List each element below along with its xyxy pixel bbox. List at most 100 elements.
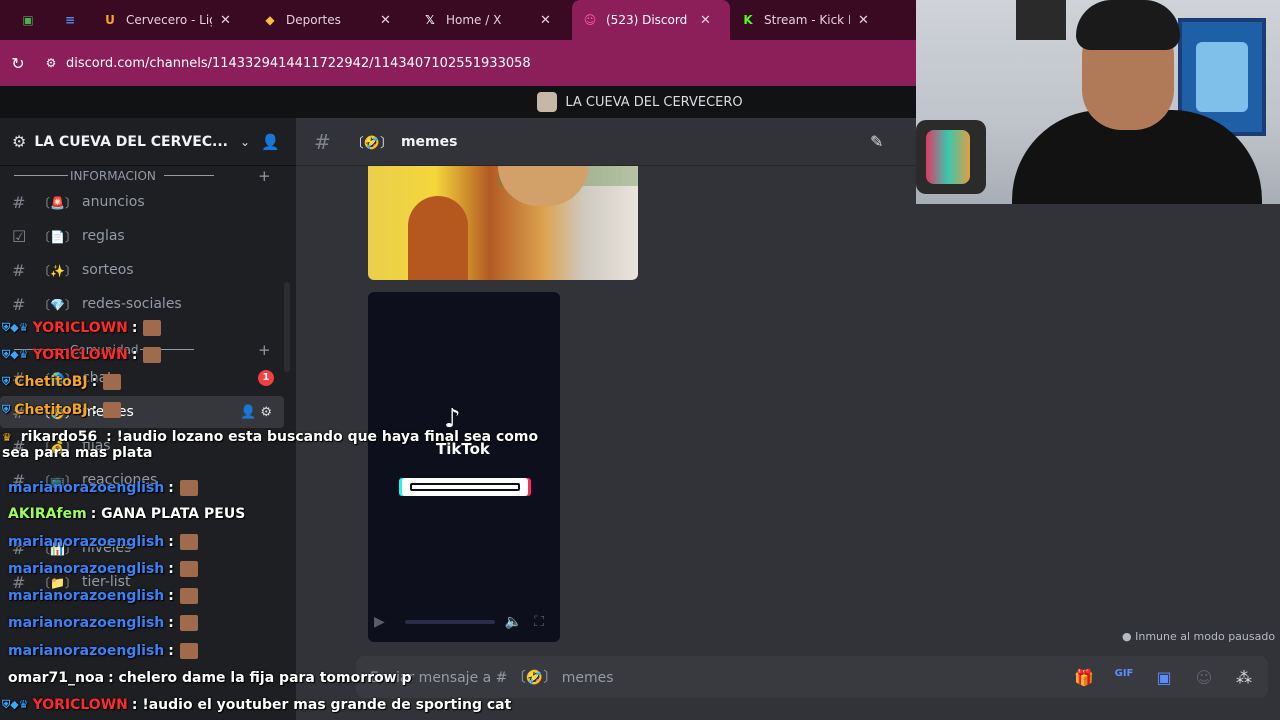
tab-docs[interactable]: ≡ <box>48 0 92 40</box>
hash-icon: # <box>12 260 26 280</box>
channel-tier-list[interactable]: # 〔📁〕 tier-list <box>0 566 284 598</box>
fullscreen-icon[interactable]: ⛶ <box>534 614 544 630</box>
category-informacion[interactable]: INFORMACION + <box>0 166 290 186</box>
browser-tab-strip: ▣ ≡ U Cervecero - Liga ✕ ◆ Deportes ✕ 𝕏 … <box>0 0 916 40</box>
webcam-detail <box>916 120 986 194</box>
close-icon[interactable]: ✕ <box>858 13 869 28</box>
gift-icon[interactable]: 🎁 <box>1074 668 1094 687</box>
tab-home-x[interactable]: 𝕏 Home / X ✕ <box>412 0 572 40</box>
channel-label: reglas <box>82 228 125 244</box>
channel-sorteos[interactable]: # 〔✨〕 sorteos <box>0 254 284 286</box>
tab-label: Cervecero - Liga <box>126 13 212 27</box>
add-channel-icon[interactable]: + <box>258 167 271 185</box>
hash-icon: # <box>12 368 26 388</box>
channel-label: niveles <box>82 540 132 556</box>
tab-kick-stream[interactable]: K Stream - Kick Da ✕ <box>730 0 890 40</box>
hash-icon: # <box>12 572 26 592</box>
streamer-webcam <box>916 0 1280 204</box>
category-label: INFORMACION <box>70 169 156 183</box>
docs-icon: ≡ <box>64 13 76 27</box>
hash-icon: # <box>12 436 26 456</box>
close-icon[interactable]: ✕ <box>380 13 391 28</box>
chat-area: # 〔🤣〕 memes ✎ ♪ TikTok ▶ 🔈 ⛶ ● Inmune al… <box>296 118 1280 720</box>
rules-icon: ☑ <box>12 226 27 246</box>
server-header[interactable]: ⚙ LA CUEVA DEL CERVEC... ⌄ 👤 <box>0 118 296 166</box>
emoji-icon[interactable]: ☺ <box>1194 668 1214 687</box>
threads-icon[interactable]: ✎ <box>870 132 883 151</box>
pause-note-text: Inmune al modo pausado <box>1135 630 1276 643</box>
discord-icon: ☺ <box>583 13 597 27</box>
folder-emoji-icon: 〔📁〕 <box>38 575 77 590</box>
shield-icon: ● <box>1122 630 1132 643</box>
channel-chat[interactable]: # 〔🌎〕 chat 1 <box>0 362 284 394</box>
composer-placeholder: Enviar mensaje a # 〔🤣〕 memes <box>370 670 614 686</box>
document-emoji-icon: 〔📄〕 <box>38 229 77 244</box>
money-emoji-icon: 〔💰〕 <box>38 439 77 454</box>
webcam-detail <box>1016 0 1066 40</box>
close-icon[interactable]: ✕ <box>220 13 231 28</box>
divider <box>14 175 68 176</box>
add-user-icon[interactable]: 👤 <box>261 133 280 151</box>
channel-fijas[interactable]: # 〔💰〕 fijas <box>0 430 284 462</box>
tiktok-video-attachment[interactable]: ♪ TikTok ▶ 🔈 ⛶ <box>368 292 560 642</box>
apps-icon[interactable]: ⁂ <box>1234 668 1254 687</box>
sports-icon: ◆ <box>265 13 275 27</box>
hash-icon: # <box>12 538 26 558</box>
sticker-icon[interactable]: ▣ <box>1154 668 1174 687</box>
pause-mode-note: ● Inmune al modo pausado <box>1122 630 1275 643</box>
volume-icon[interactable]: 🔈 <box>505 614 522 630</box>
channel-redes-sociales[interactable]: # 〔💎〕 redes-sociales <box>0 288 284 320</box>
site-info-icon[interactable]: ⚙ <box>36 56 66 70</box>
channel-anuncios[interactable]: # 〔🚨〕 anuncios <box>0 186 284 218</box>
channel-memes[interactable]: # 〔🤣〕 memes 👤 ⚙ <box>0 396 284 428</box>
channel-label: sorteos <box>82 262 134 278</box>
reload-icon[interactable]: ↻ <box>0 54 36 73</box>
gear-icon[interactable]: ⚙ <box>260 405 272 420</box>
tab-extension[interactable]: ▣ <box>0 0 48 40</box>
server-settings-icon: ⚙ <box>12 132 27 151</box>
tab-cervecero-liga[interactable]: U Cervecero - Liga ✕ <box>92 0 252 40</box>
channel-reacciones[interactable]: # 〔📺〕 reacciones <box>0 464 284 496</box>
channel-reglas[interactable]: ☑ 〔📄〕 reglas <box>0 220 284 252</box>
hash-icon: # <box>12 402 26 422</box>
video-controls: ▶ 🔈 ⛶ <box>374 610 556 634</box>
message-composer[interactable]: Enviar mensaje a # 〔🤣〕 memes 🎁 GIF ▣ ☺ ⁂ <box>356 656 1268 698</box>
gif-icon[interactable]: GIF <box>1114 668 1134 687</box>
sparkles-emoji-icon: 〔✨〕 <box>38 263 77 278</box>
tab-label: Stream - Kick Da <box>764 13 850 27</box>
tv-emoji-icon: 〔📺〕 <box>38 473 77 488</box>
add-channel-icon[interactable]: + <box>258 341 271 359</box>
close-icon[interactable]: ✕ <box>700 13 711 28</box>
tiktok-brand-text: TikTok <box>436 440 490 458</box>
invite-icon[interactable]: 👤 <box>240 405 256 420</box>
channel-label: memes <box>82 404 134 420</box>
video-progress[interactable] <box>404 620 495 624</box>
address-bar: ↻ ⚙ discord.com/channels/114332941441172… <box>0 40 916 86</box>
u-logo-icon: U <box>105 13 115 27</box>
channel-actions: 👤 ⚙ <box>240 405 272 420</box>
globe-emoji-icon: 〔🌎〕 <box>38 371 77 386</box>
unread-badge: 1 <box>258 370 274 386</box>
rofl-emoji-icon: 〔🤣〕 <box>38 405 77 420</box>
meme-image-attachment[interactable] <box>368 166 638 280</box>
x-logo-icon: 𝕏 <box>425 13 435 27</box>
category-label: Comunidad <box>70 343 139 357</box>
category-comunidad[interactable]: Comunidad + <box>0 340 290 360</box>
hash-icon: # <box>12 294 26 314</box>
extension-icon: ▣ <box>22 13 34 27</box>
channel-niveles[interactable]: # 〔📊〕 niveles <box>0 532 284 564</box>
play-icon[interactable]: ▶ <box>374 614 385 630</box>
close-icon[interactable]: ✕ <box>540 13 551 28</box>
composer-icons: 🎁 GIF ▣ ☺ ⁂ <box>1074 668 1254 687</box>
divider <box>164 175 214 176</box>
sidebar-scrollbar[interactable] <box>284 282 290 372</box>
gem-emoji-icon: 〔💎〕 <box>38 297 77 312</box>
divider <box>14 349 68 350</box>
url-text[interactable]: discord.com/channels/1143329414411722942… <box>66 56 531 71</box>
tab-label: Home / X <box>446 13 502 27</box>
chart-emoji-icon: 〔📊〕 <box>38 541 77 556</box>
tab-deportes[interactable]: ◆ Deportes ✕ <box>252 0 412 40</box>
divider <box>140 349 194 350</box>
chevron-down-icon[interactable]: ⌄ <box>240 135 250 149</box>
tab-discord[interactable]: ☺ (523) Discord | # ✕ <box>572 0 730 40</box>
